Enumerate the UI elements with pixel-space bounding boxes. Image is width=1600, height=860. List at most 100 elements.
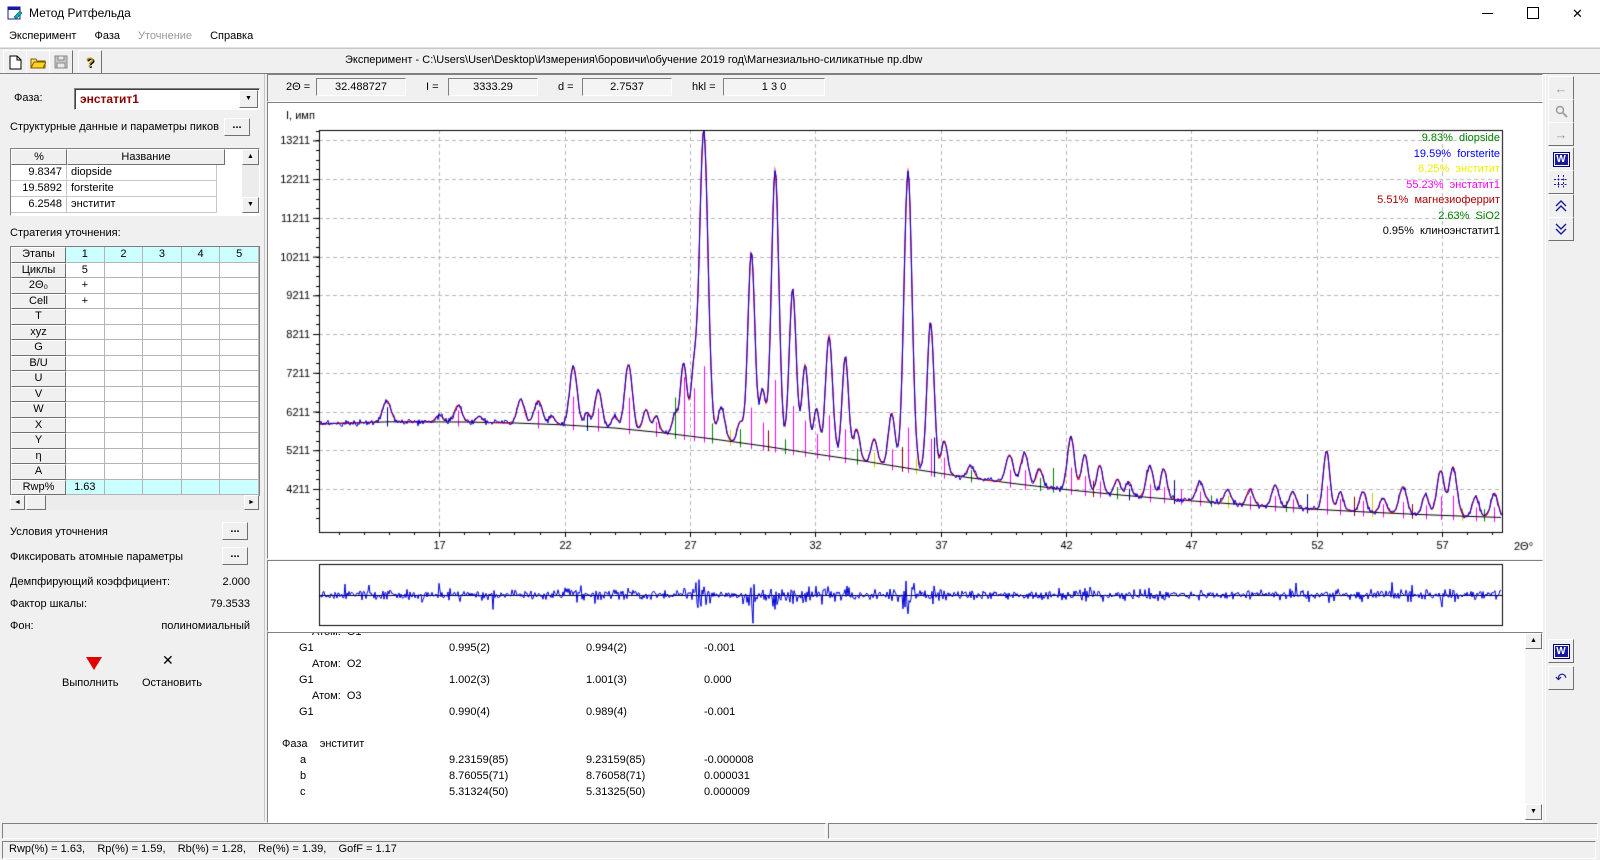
scroll-right-icon[interactable]: ► — [244, 495, 259, 510]
strategy-cell[interactable] — [220, 387, 259, 403]
export-output-word-button[interactable]: W — [1548, 639, 1574, 663]
strategy-cell[interactable] — [143, 340, 182, 356]
strategy-cell[interactable] — [105, 263, 144, 279]
scroll-left-icon[interactable]: ◄ — [10, 495, 25, 510]
strategy-cell[interactable] — [105, 356, 144, 372]
scroll-down-icon[interactable]: ▼ — [242, 197, 259, 213]
refinement-output-panel[interactable]: Атом: O1G10.995(2)0.994(2)-0.001Атом: O2… — [267, 632, 1543, 823]
strategy-cell[interactable] — [143, 480, 182, 496]
strategy-stage-header[interactable]: 2 — [105, 247, 144, 263]
strategy-cell[interactable] — [220, 263, 259, 279]
strategy-cell[interactable]: + — [66, 294, 105, 310]
phase-pct-cell[interactable]: 19.5892 — [11, 181, 67, 197]
export-word-button[interactable]: W — [1548, 147, 1574, 171]
strategy-cell[interactable] — [182, 464, 221, 480]
strategy-cell[interactable] — [182, 263, 221, 279]
strategy-cell[interactable] — [143, 402, 182, 418]
strategy-cell[interactable] — [143, 464, 182, 480]
stop-button[interactable]: Остановить — [142, 677, 202, 689]
phase-name-cell[interactable]: forsterite — [67, 181, 217, 197]
phase-name-cell[interactable]: энститит — [67, 197, 217, 213]
strategy-cell[interactable] — [220, 278, 259, 294]
phase-table-row[interactable]: 19.5892forsterite — [11, 181, 259, 197]
chevron-down-icon[interactable]: ▼ — [239, 90, 258, 108]
strategy-stage-header[interactable]: 5 — [220, 247, 259, 263]
scroll-thumb[interactable] — [26, 495, 46, 510]
strategy-row-label[interactable]: X — [11, 418, 66, 434]
strategy-cell[interactable] — [143, 356, 182, 372]
strategy-cell[interactable] — [143, 294, 182, 310]
run-button[interactable]: Выполнить — [62, 677, 118, 689]
strategy-cell[interactable] — [105, 387, 144, 403]
strategy-cell[interactable] — [182, 325, 221, 341]
strategy-cell[interactable] — [66, 356, 105, 372]
structural-data-more-button[interactable]: ... — [224, 118, 250, 136]
strategy-cell[interactable] — [66, 464, 105, 480]
strategy-cell[interactable] — [220, 433, 259, 449]
strategy-cell[interactable] — [220, 294, 259, 310]
scroll-up-icon[interactable]: ▲ — [1525, 633, 1542, 649]
residual-chart-canvas[interactable] — [268, 561, 1540, 629]
phase-name-cell[interactable]: diopside — [67, 165, 217, 181]
run-icon[interactable] — [86, 657, 102, 670]
strategy-row-label[interactable]: η — [11, 449, 66, 465]
strategy-row-label[interactable]: G — [11, 340, 66, 356]
strategy-cell[interactable] — [220, 449, 259, 465]
strategy-cell[interactable] — [66, 433, 105, 449]
minimize-button[interactable] — [1465, 0, 1510, 26]
strategy-row-label[interactable]: W — [11, 402, 66, 418]
strategy-cell[interactable] — [182, 402, 221, 418]
strategy-cell[interactable] — [182, 356, 221, 372]
close-button[interactable]: ✕ — [1555, 0, 1600, 26]
expand-down-button[interactable] — [1548, 217, 1574, 241]
strategy-row-label[interactable]: xyz — [11, 325, 66, 341]
strategy-cell[interactable] — [66, 402, 105, 418]
strategy-cell[interactable] — [220, 325, 259, 341]
strategy-cell[interactable] — [143, 263, 182, 279]
strategy-cell[interactable] — [143, 387, 182, 403]
strategy-header-label[interactable]: Этапы — [11, 247, 66, 263]
strategy-cell[interactable] — [143, 371, 182, 387]
strategy-cell[interactable] — [143, 325, 182, 341]
strategy-cell[interactable] — [105, 325, 144, 341]
help-button[interactable]: ? — [78, 50, 102, 74]
strategy-cell[interactable] — [220, 356, 259, 372]
strategy-cell[interactable] — [220, 402, 259, 418]
strategy-cell[interactable] — [220, 418, 259, 434]
strategy-cell[interactable] — [220, 480, 259, 496]
strategy-cell[interactable] — [182, 309, 221, 325]
strategy-cell[interactable]: + — [66, 278, 105, 294]
strategy-cell[interactable] — [105, 340, 144, 356]
strategy-cell[interactable] — [182, 433, 221, 449]
phase-pct-cell[interactable]: 9.8347 — [11, 165, 67, 181]
strategy-cell[interactable] — [66, 325, 105, 341]
strategy-stage-header[interactable]: 1 — [66, 247, 105, 263]
menu-item-справка[interactable]: Справка — [201, 26, 262, 47]
strategy-row-label[interactable]: Rwp% — [11, 480, 66, 496]
strategy-row-label[interactable]: A — [11, 464, 66, 480]
strategy-cell[interactable]: 1.63 — [66, 480, 105, 496]
strategy-cell[interactable] — [143, 278, 182, 294]
strategy-cell[interactable] — [105, 294, 144, 310]
strategy-row-label[interactable]: T — [11, 309, 66, 325]
refine-conditions-more-button[interactable]: ... — [222, 522, 248, 540]
strategy-row-label[interactable]: Cell — [11, 294, 66, 310]
strategy-cell[interactable] — [182, 294, 221, 310]
strategy-cell[interactable] — [182, 449, 221, 465]
phase-combobox[interactable]: энстатит1 ▼ — [74, 88, 260, 110]
strategy-cell[interactable] — [220, 464, 259, 480]
phase-table-header-name[interactable]: Название — [67, 149, 225, 165]
diffraction-chart-canvas[interactable] — [268, 103, 1540, 556]
strategy-cell[interactable] — [105, 480, 144, 496]
strategy-cell[interactable] — [220, 309, 259, 325]
strategy-stage-header[interactable]: 4 — [182, 247, 221, 263]
fix-atoms-more-button[interactable]: ... — [222, 547, 248, 565]
strategy-row-label[interactable]: Циклы — [11, 263, 66, 279]
phase-table-header-pct[interactable]: % — [11, 149, 67, 165]
strategy-cell[interactable] — [182, 371, 221, 387]
maximize-button[interactable] — [1510, 0, 1555, 26]
strategy-cell[interactable] — [66, 449, 105, 465]
strategy-cell[interactable] — [220, 371, 259, 387]
open-experiment-button[interactable] — [26, 50, 50, 74]
phase-pct-cell[interactable]: 6.2548 — [11, 197, 67, 213]
